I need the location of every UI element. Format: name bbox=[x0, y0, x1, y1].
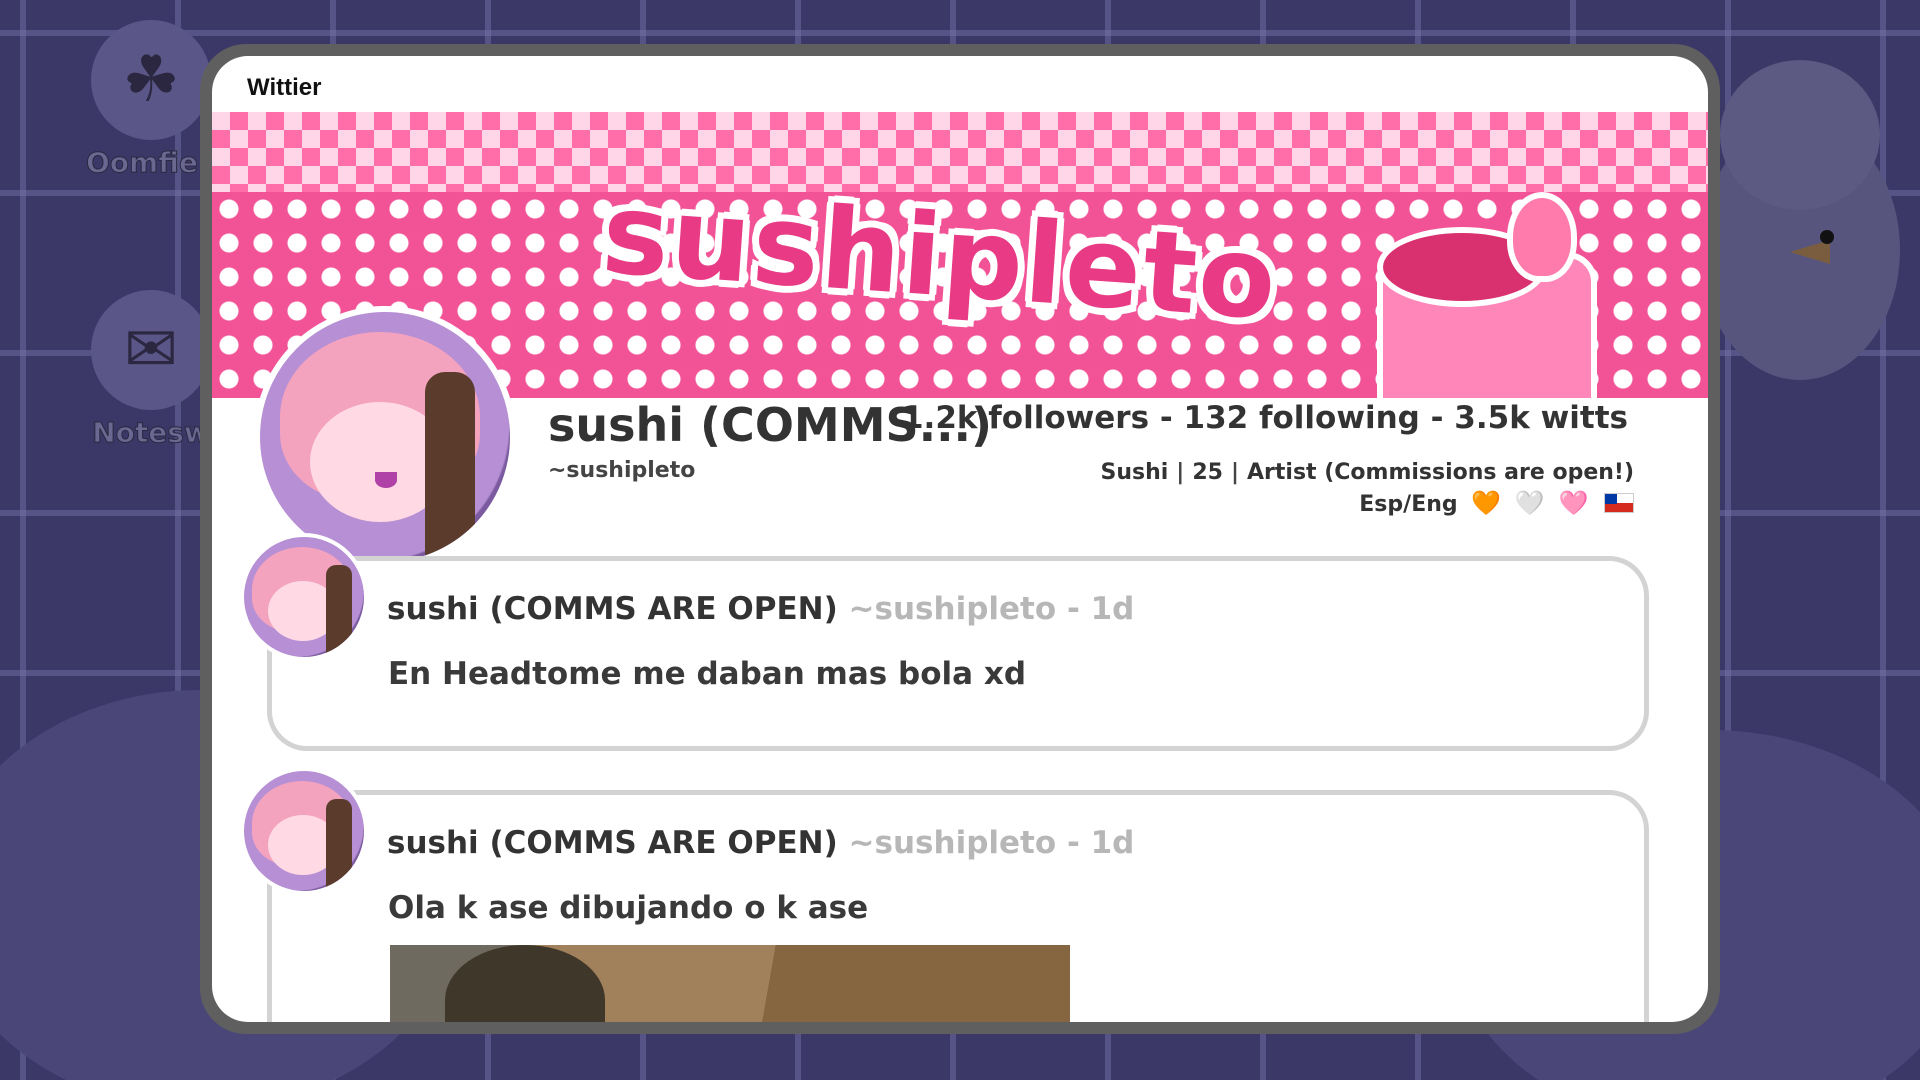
bio-languages: Esp/Eng bbox=[1359, 492, 1458, 517]
orange-heart-icon: 🧡 bbox=[1471, 489, 1502, 517]
bio-age: 25 bbox=[1192, 460, 1223, 485]
snowman-decoration bbox=[1700, 40, 1900, 420]
profile-avatar[interactable] bbox=[254, 306, 516, 568]
post-meta: ~sushipleto - 1d bbox=[848, 825, 1135, 861]
bio-separator: | bbox=[1230, 460, 1240, 485]
wittier-window[interactable]: Wittier sushipleto sushi (COMMS...) ~sus… bbox=[200, 44, 1720, 1034]
post-avatar[interactable] bbox=[240, 767, 368, 895]
desktop-icon-label: Notesw bbox=[92, 416, 211, 449]
post-card[interactable]: sushi (COMMS ARE OPEN) ~sushipleto - 1d … bbox=[240, 767, 1649, 1022]
post-meta: ~sushipleto - 1d bbox=[848, 591, 1135, 627]
desktop-icon-oomfie[interactable]: ☘ Oomfie l bbox=[86, 20, 216, 179]
chile-flag-icon bbox=[1604, 493, 1634, 513]
profile-handle[interactable]: ~sushipleto bbox=[548, 458, 695, 483]
envelope-icon: ✉ bbox=[91, 290, 211, 410]
post-header: sushi (COMMS ARE OPEN) ~sushipleto - 1d bbox=[387, 591, 1134, 627]
post-text: En Headtome me daban mas bola xd bbox=[388, 656, 1027, 692]
window-title: Wittier bbox=[247, 74, 322, 101]
cake-illustration bbox=[1367, 182, 1597, 398]
bio-separator: | bbox=[1176, 460, 1185, 485]
white-heart-icon: 🤍 bbox=[1514, 489, 1545, 517]
post-avatar[interactable] bbox=[240, 533, 368, 661]
post-image[interactable] bbox=[390, 945, 1070, 1022]
bio-name: Sushi bbox=[1100, 460, 1169, 485]
witch-avatar-icon: ☘ bbox=[91, 20, 211, 140]
bio-role: Artist (Commissions are open!) bbox=[1247, 460, 1634, 485]
bio-line-1: Sushi | 25 | Artist (Commissions are open!) bbox=[1100, 458, 1634, 488]
post-header: sushi (COMMS ARE OPEN) ~sushipleto - 1d bbox=[387, 825, 1134, 861]
bio-line-2: Esp/Eng 🧡 🤍 🩷 bbox=[1100, 488, 1634, 520]
profile-stats[interactable]: 1.2k followers - 132 following - 3.5k wi… bbox=[902, 400, 1628, 436]
post-author[interactable]: sushi (COMMS ARE OPEN) bbox=[387, 591, 838, 627]
desktop-icon-notes[interactable]: ✉ Notesw bbox=[86, 290, 216, 449]
post-card[interactable]: sushi (COMMS ARE OPEN) ~sushipleto - 1d … bbox=[240, 533, 1649, 751]
desktop-icon-label: Oomfie l bbox=[86, 146, 216, 179]
banner-checker-pattern bbox=[212, 112, 1708, 192]
profile-bio: Sushi | 25 | Artist (Commissions are open!) … bbox=[1100, 458, 1634, 520]
post-text: Ola k ase dibujando o k ase bbox=[388, 890, 869, 926]
pink-heart-icon: 🩷 bbox=[1558, 489, 1589, 517]
post-author[interactable]: sushi (COMMS ARE OPEN) bbox=[387, 825, 838, 861]
window-content: Wittier sushipleto sushi (COMMS...) ~sus… bbox=[212, 56, 1708, 1022]
